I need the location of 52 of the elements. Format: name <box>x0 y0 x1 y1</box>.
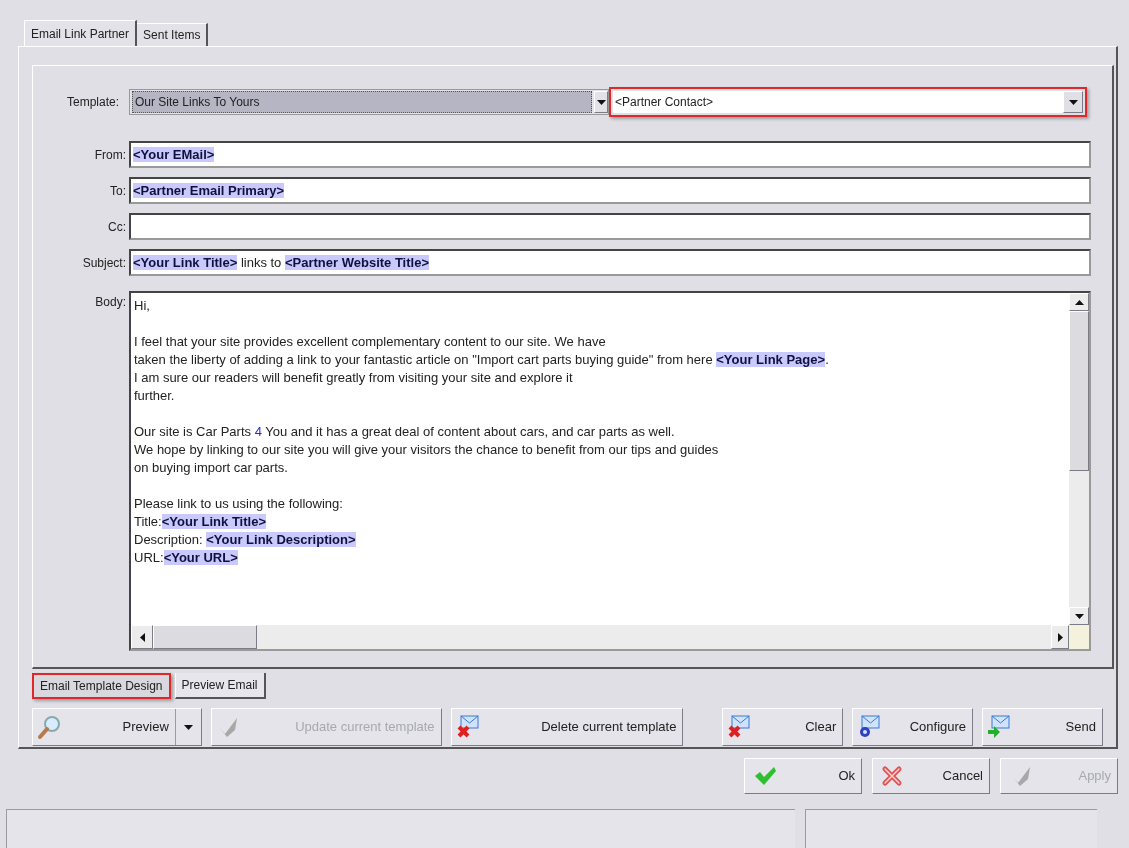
horizontal-scrollbar[interactable] <box>131 625 1089 649</box>
input-field[interactable] <box>129 213 1091 240</box>
left-arrow-icon <box>139 632 145 642</box>
right-arrow-icon <box>1057 632 1063 642</box>
field-label: Subject: <box>81 254 126 272</box>
body-line: I am sure our readers will benefit greatly from visiting your site and explore it <box>134 369 573 387</box>
toolbar-button[interactable]: Clear <box>722 708 844 746</box>
body-line: Description: <Your Link Description> <box>134 531 356 549</box>
body-line: further. <box>134 387 175 405</box>
caret-icon <box>596 99 606 105</box>
body-line: Hi, <box>134 297 150 315</box>
body-text-area[interactable] <box>129 291 1091 651</box>
body-line: Our site is Car Parts 4 You and it has a great deal of content about cars, and car parts as well. <box>134 423 675 441</box>
tab[interactable]: Email Template Design <box>32 673 171 699</box>
toolbar-button[interactable]: Configure <box>852 708 974 746</box>
input-field[interactable]: <Your Link Title> links to <Partner Website Title> <box>129 249 1091 276</box>
check-icon <box>753 766 777 786</box>
body-line: I feel that your site provides excellent complementary content to our site. We have <box>134 333 606 351</box>
tab[interactable]: Sent Items <box>137 23 209 46</box>
input-field[interactable]: <Your EMail> <box>129 141 1091 168</box>
toolbar-button[interactable]: Preview <box>32 708 202 746</box>
down-arrow-icon <box>1074 613 1084 619</box>
dialog-button[interactable]: Cancel <box>872 758 990 794</box>
scrollbar-thumb[interactable] <box>153 625 257 649</box>
template-dropdown[interactable]: Our Site Links To Yours <box>129 89 609 115</box>
body-line: We hope by linking to our site you will give your visitors the chance to benefit from our tips and guides <box>134 441 719 459</box>
body-line: on buying import car parts. <box>134 459 288 477</box>
body-line: URL:<Your URL> <box>134 549 238 567</box>
up-arrow-icon <box>1074 299 1084 305</box>
toolbar-button[interactable]: Send <box>982 708 1103 746</box>
body-line: Title:<Your Link Title> <box>134 513 266 531</box>
field-label: Template: <box>65 94 120 111</box>
input-field[interactable]: <Partner Email Primary> <box>129 177 1091 204</box>
dialog-button[interactable]: Ok <box>744 758 862 794</box>
field-label: From: <box>93 146 126 164</box>
contact-dropdown[interactable]: <Partner Contact> <box>609 87 1087 117</box>
close-icon <box>881 765 903 787</box>
envelope-delete-icon <box>455 715 482 739</box>
tab[interactable]: Preview Email <box>174 673 266 699</box>
magnifier-icon <box>37 714 63 740</box>
scrollbar-corner <box>1069 625 1089 649</box>
field-label: Cc: <box>107 218 126 236</box>
vertical-scrollbar[interactable] <box>1069 293 1089 625</box>
toolbar-button[interactable]: Delete current template <box>450 708 684 746</box>
body-line: Please link to us using the following: <box>134 495 343 513</box>
field-label: To: <box>109 182 126 200</box>
tab[interactable]: Email Link Partner <box>24 20 138 46</box>
scrollbar-thumb[interactable] <box>1069 311 1089 471</box>
body-line: taken the liberty of adding a link to your fantastic article on "Import cart parts buying guide" from here <Your Link Page>. <box>134 351 829 369</box>
caret-icon <box>1068 99 1078 105</box>
caret-icon <box>183 724 193 730</box>
field-label: Body: <box>94 294 126 311</box>
